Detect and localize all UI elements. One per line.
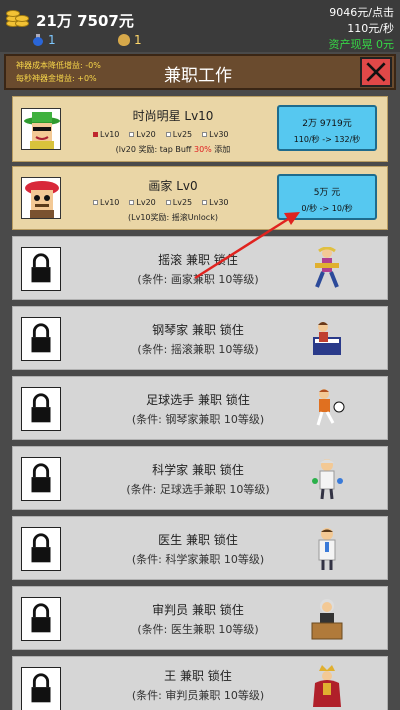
- level-row: Lv10 Lv20 Lv25 Lv30: [93, 130, 268, 139]
- assets-value: 资产现晃 0元: [328, 38, 395, 51]
- top-bar: 21万 7507元 1 1 9046元/点击 110元/秒 资产现晃 0元: [0, 0, 400, 52]
- job-title: 画家 Lv0: [148, 179, 198, 193]
- job-card-locked-king: 王 兼职 锁住 (条件: 审判员兼职 10等级): [12, 656, 388, 710]
- unlock-condition: (条件: 科学家兼职 10等级): [131, 553, 265, 566]
- reward-text: (Lv10奖励: 摇滚Unlock): [128, 213, 218, 222]
- lock-icon: [21, 457, 61, 501]
- locked-job-title: 足球选手 兼职 锁住: [146, 393, 250, 407]
- hire-cost: 5万 元: [313, 188, 341, 198]
- second-rate: 110元/秒: [347, 22, 394, 35]
- level-row: Lv10 Lv20 Lv25 Lv30: [93, 198, 268, 207]
- level-marker: Lv25: [165, 198, 192, 207]
- lock-icon: [21, 597, 61, 641]
- locked-job-title: 医生 兼职 锁住: [158, 533, 238, 547]
- panel-title: 兼职工作: [164, 66, 232, 86]
- level-marker: Lv25: [165, 130, 192, 139]
- level-marker: Lv10: [93, 198, 119, 207]
- gold-bonus-text: 每秒神器金增益: +0%: [16, 74, 97, 83]
- coin-stack-icon: [6, 6, 30, 28]
- job-title: 时尚明星 Lv10: [132, 109, 214, 123]
- panel-header: 神器成本降低增益: -0% 每秒神器金增益: +0% 兼职工作: [4, 54, 396, 90]
- judge-icon: [309, 597, 345, 641]
- job-card-locked-doctor: 医生 兼职 锁住 (条件: 科学家兼职 10等级): [12, 516, 388, 580]
- unlock-condition: (条件: 画家兼职 10等级): [137, 273, 259, 286]
- bag-count: 1: [134, 33, 142, 47]
- potion-count: 1: [48, 33, 56, 47]
- lock-icon: [21, 527, 61, 571]
- lock-icon: [21, 317, 61, 361]
- close-button[interactable]: [360, 57, 392, 87]
- potion-icon: [33, 34, 43, 46]
- level-marker: Lv20: [129, 198, 156, 207]
- fashion-star-avatar-icon: [21, 108, 61, 150]
- soccer-player-icon: [309, 387, 345, 431]
- level-marker: Lv30: [202, 130, 229, 139]
- job-card-locked-pianist: 钢琴家 兼职 锁住 (条件: 摇滚兼职 10等级): [12, 306, 388, 370]
- reward-text: (lv20 奖励: tap Buff 30% 添加: [115, 145, 231, 154]
- level-marker: Lv20: [129, 130, 156, 139]
- job-card-locked-scientist: 科学家 兼职 锁住 (条件: 足球选手兼职 10等级): [12, 446, 388, 510]
- click-rate: 9046元/点击: [329, 6, 394, 19]
- unlock-condition: (条件: 医生兼职 10等级): [137, 623, 259, 636]
- locked-job-title: 科学家 兼职 锁住: [152, 463, 244, 477]
- rocker-icon: [309, 247, 345, 291]
- hire-button[interactable]: 5万 元 0/秒 -> 10/秒: [277, 174, 377, 220]
- unlock-condition: (条件: 摇滚兼职 10等级): [137, 343, 259, 356]
- locked-job-title: 摇滚 兼职 锁住: [158, 253, 238, 267]
- doctor-icon: [309, 527, 345, 571]
- upgrade-button[interactable]: 2万 9719元 110/秒 -> 132/秒: [277, 105, 377, 151]
- hire-rate: 0/秒 -> 10/秒: [301, 204, 353, 213]
- money-bag-icon: [118, 34, 130, 46]
- job-card-locked-soccer: 足球选手 兼职 锁住 (条件: 钢琴家兼职 10等级): [12, 376, 388, 440]
- locked-job-title: 审判员 兼职 锁住: [152, 603, 244, 617]
- cost-bonus-text: 神器成本降低增益: -0%: [16, 61, 101, 70]
- upgrade-rate: 110/秒 -> 132/秒: [293, 135, 361, 144]
- locked-job-title: 王 兼职 锁住: [164, 669, 232, 683]
- job-card-fashion-star: 时尚明星 Lv10 Lv10 Lv20 Lv25 Lv30 (lv20 奖励: …: [12, 96, 388, 162]
- unlock-condition: (条件: 钢琴家兼职 10等级): [131, 413, 265, 426]
- money-display: 21万 7507元: [36, 12, 134, 30]
- job-card-locked-judge: 审判员 兼职 锁住 (条件: 医生兼职 10等级): [12, 586, 388, 650]
- locked-job-title: 钢琴家 兼职 锁住: [152, 323, 244, 337]
- job-card-painter: 画家 Lv0 Lv10 Lv20 Lv25 Lv30 (Lv10奖励: 摇滚Un…: [12, 166, 388, 230]
- close-x-icon: [366, 62, 386, 82]
- upgrade-cost: 2万 9719元: [302, 119, 352, 129]
- job-card-locked-rocker: 摇滚 兼职 锁住 (条件: 画家兼职 10等级): [12, 236, 388, 300]
- scientist-icon: [309, 457, 345, 501]
- king-icon: [309, 665, 345, 709]
- lock-icon: [21, 387, 61, 431]
- unlock-condition: (条件: 足球选手兼职 10等级): [126, 483, 270, 496]
- pianist-icon: [309, 317, 345, 361]
- unlock-condition: (条件: 审判员兼职 10等级): [131, 689, 265, 702]
- level-marker: Lv30: [202, 198, 229, 207]
- level-marker: Lv10: [93, 130, 119, 139]
- lock-icon: [21, 667, 61, 710]
- lock-icon: [21, 247, 61, 291]
- painter-avatar-icon: [21, 177, 61, 219]
